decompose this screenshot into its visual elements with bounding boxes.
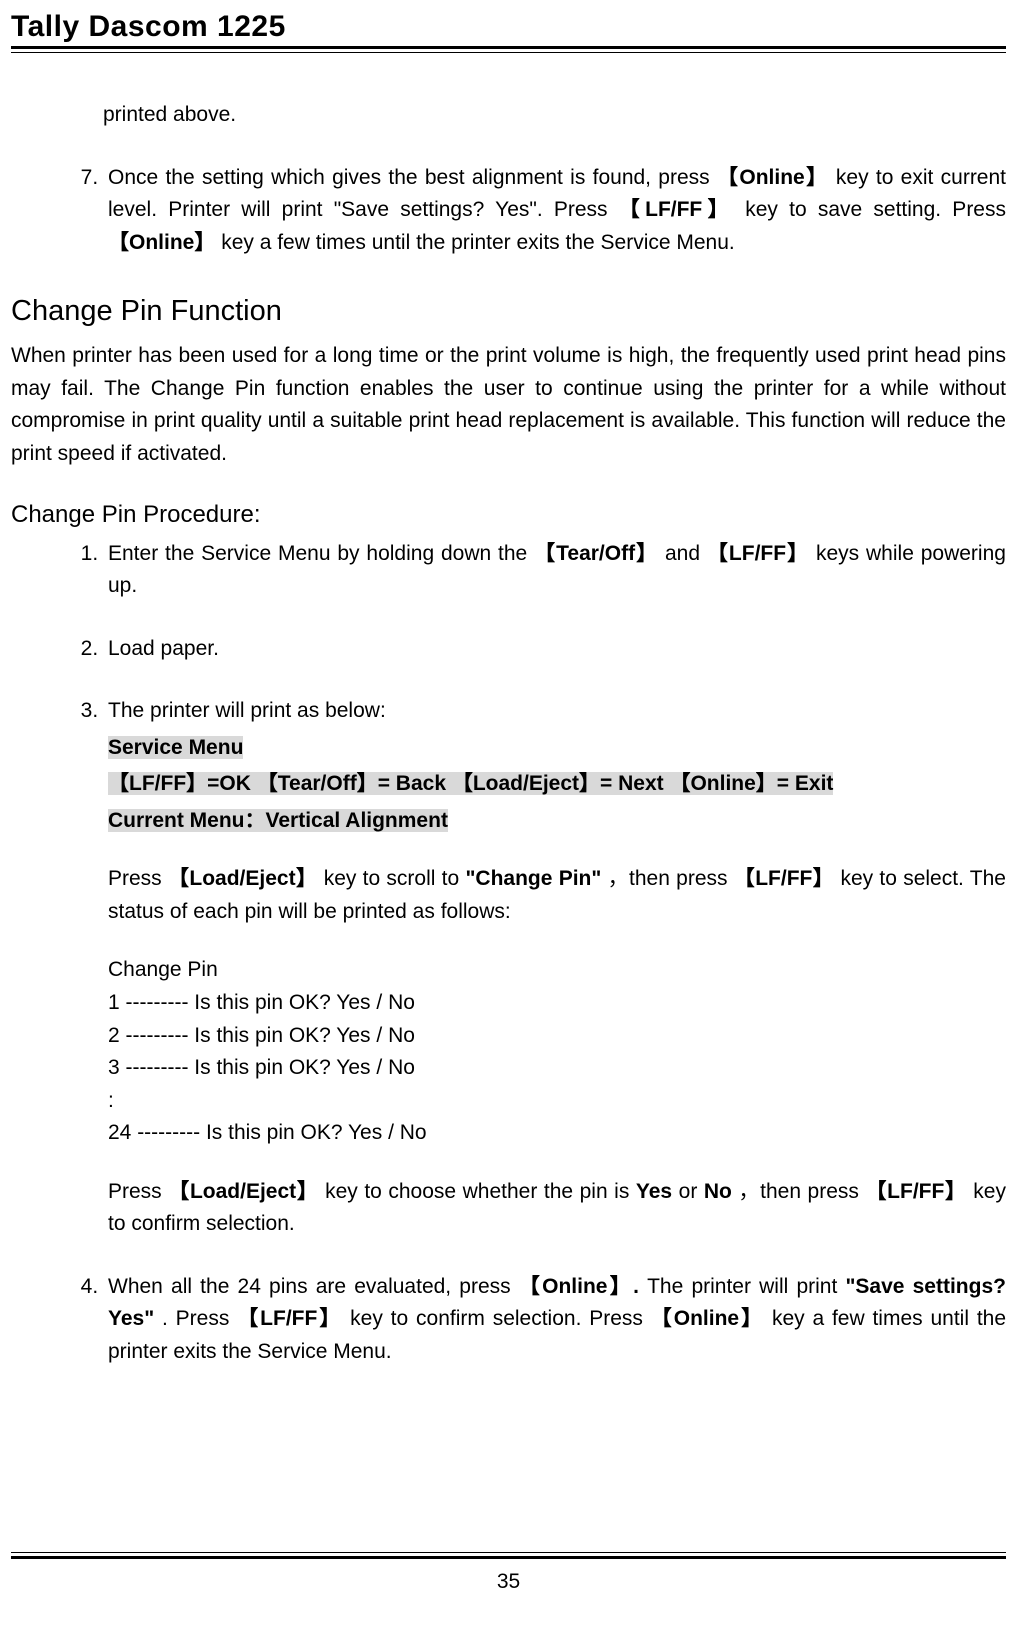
header-rule-thin [11,52,1006,53]
content-area: printed above. Once the setting which gi… [11,75,1006,1517]
procedure-heading: Change Pin Procedure: [11,496,1006,533]
list-item-3: The printer will print as below: Service… [104,695,1006,1241]
pin-row-24: 24 --------- Is this pin OK? Yes / No [108,1117,1006,1150]
pin-row-ellipsis: : [108,1085,1006,1118]
service-menu-print: Service Menu [108,736,243,759]
doc-title: Tally Dascom 1225 [11,10,286,43]
list-item-4: When all the 24 pins are evaluated, pres… [104,1271,1006,1369]
text: Press [108,1180,162,1203]
step3-lead: The printer will print as below: [108,695,1006,728]
doc-header: Tally Dascom 1225 [11,4,286,51]
key-lfff: 【LF/FF】 [707,542,809,565]
pin-row-2: 2 --------- Is this pin OK? Yes / No [108,1020,1006,1053]
text: When all the 24 pins are evaluated, pres… [108,1275,511,1298]
text: Load paper. [108,637,219,660]
section-intro: When printer has been used for a long ti… [11,340,1006,470]
text: Press [108,867,168,890]
text: Once the setting which gives the best al… [108,166,717,189]
text: key to scroll to [324,867,466,890]
service-menu-current: Current Menu：Vertical Alignment [108,809,448,832]
key-lfff: 【LF/FF】 [734,867,834,890]
text: ，then press [738,1180,858,1203]
prev-page-continuation: printed above. [103,99,1006,132]
page-number: 35 [0,1566,1017,1599]
key-lfff: 【LF/FF】 [237,1307,342,1330]
label-no: No [704,1180,732,1203]
header-rule-thick [11,46,1006,49]
key-lfff: 【LF/FF】 [865,1180,966,1203]
list-item-1: Enter the Service Menu by holding down t… [104,538,1006,603]
key-load-eject: 【Load/Eject】 [168,1180,318,1203]
key-online: 【Online】 [651,1307,764,1330]
list-item-7: Once the setting which gives the best al… [104,162,1006,260]
key-lfff: 【LF/FF】 [619,198,734,221]
list-item-2: Load paper. [104,633,1006,666]
page: Tally Dascom 1225 printed above. Once th… [0,0,1017,1627]
text: or [679,1180,704,1203]
text: The printer will print [647,1275,845,1298]
text: . Press [162,1307,237,1330]
pin-row-3: 3 --------- Is this pin OK? Yes / No [108,1052,1006,1085]
step3-press1: Press 【Load/Eject】 key to scroll to "Cha… [108,863,1006,928]
label-yes: Yes [636,1180,672,1203]
procedure-list: Enter the Service Menu by holding down t… [11,538,1006,1369]
service-menu-keys: 【LF/FF】=OK 【Tear/Off】= Back 【Load/Eject】… [108,772,833,795]
footer-rule-thin [11,1552,1006,1553]
top-ordered-list: Once the setting which gives the best al… [11,162,1006,260]
step3-press2: Press 【Load/Eject】 key to choose whether… [108,1176,1006,1241]
pin-row-1: 1 --------- Is this pin OK? Yes / No [108,987,1006,1020]
key-online: 【Online】 [108,231,215,254]
text: key to choose whether the pin is [325,1180,636,1203]
text: Enter the Service Menu by holding down t… [108,542,527,565]
key-online: 【Online】. [519,1275,639,1298]
pin-list-title: Change Pin [108,954,1006,987]
text: key to save setting. Press [745,198,1006,221]
text: ，then press [608,867,734,890]
text: key to confirm selection. Press [350,1307,643,1330]
pin-list: Change Pin 1 --------- Is this pin OK? Y… [108,954,1006,1149]
text: and [665,542,700,565]
section-heading: Change Pin Function [11,289,1006,334]
footer-rule-thick [11,1556,1006,1559]
key-load-eject: 【Load/Eject】 [168,867,317,890]
label-change-pin: "Change Pin" [465,867,601,890]
key-online: 【Online】 [717,166,829,189]
text: key a few times until the printer exits … [221,231,735,254]
key-tearoff: 【Tear/Off】 [534,542,658,565]
